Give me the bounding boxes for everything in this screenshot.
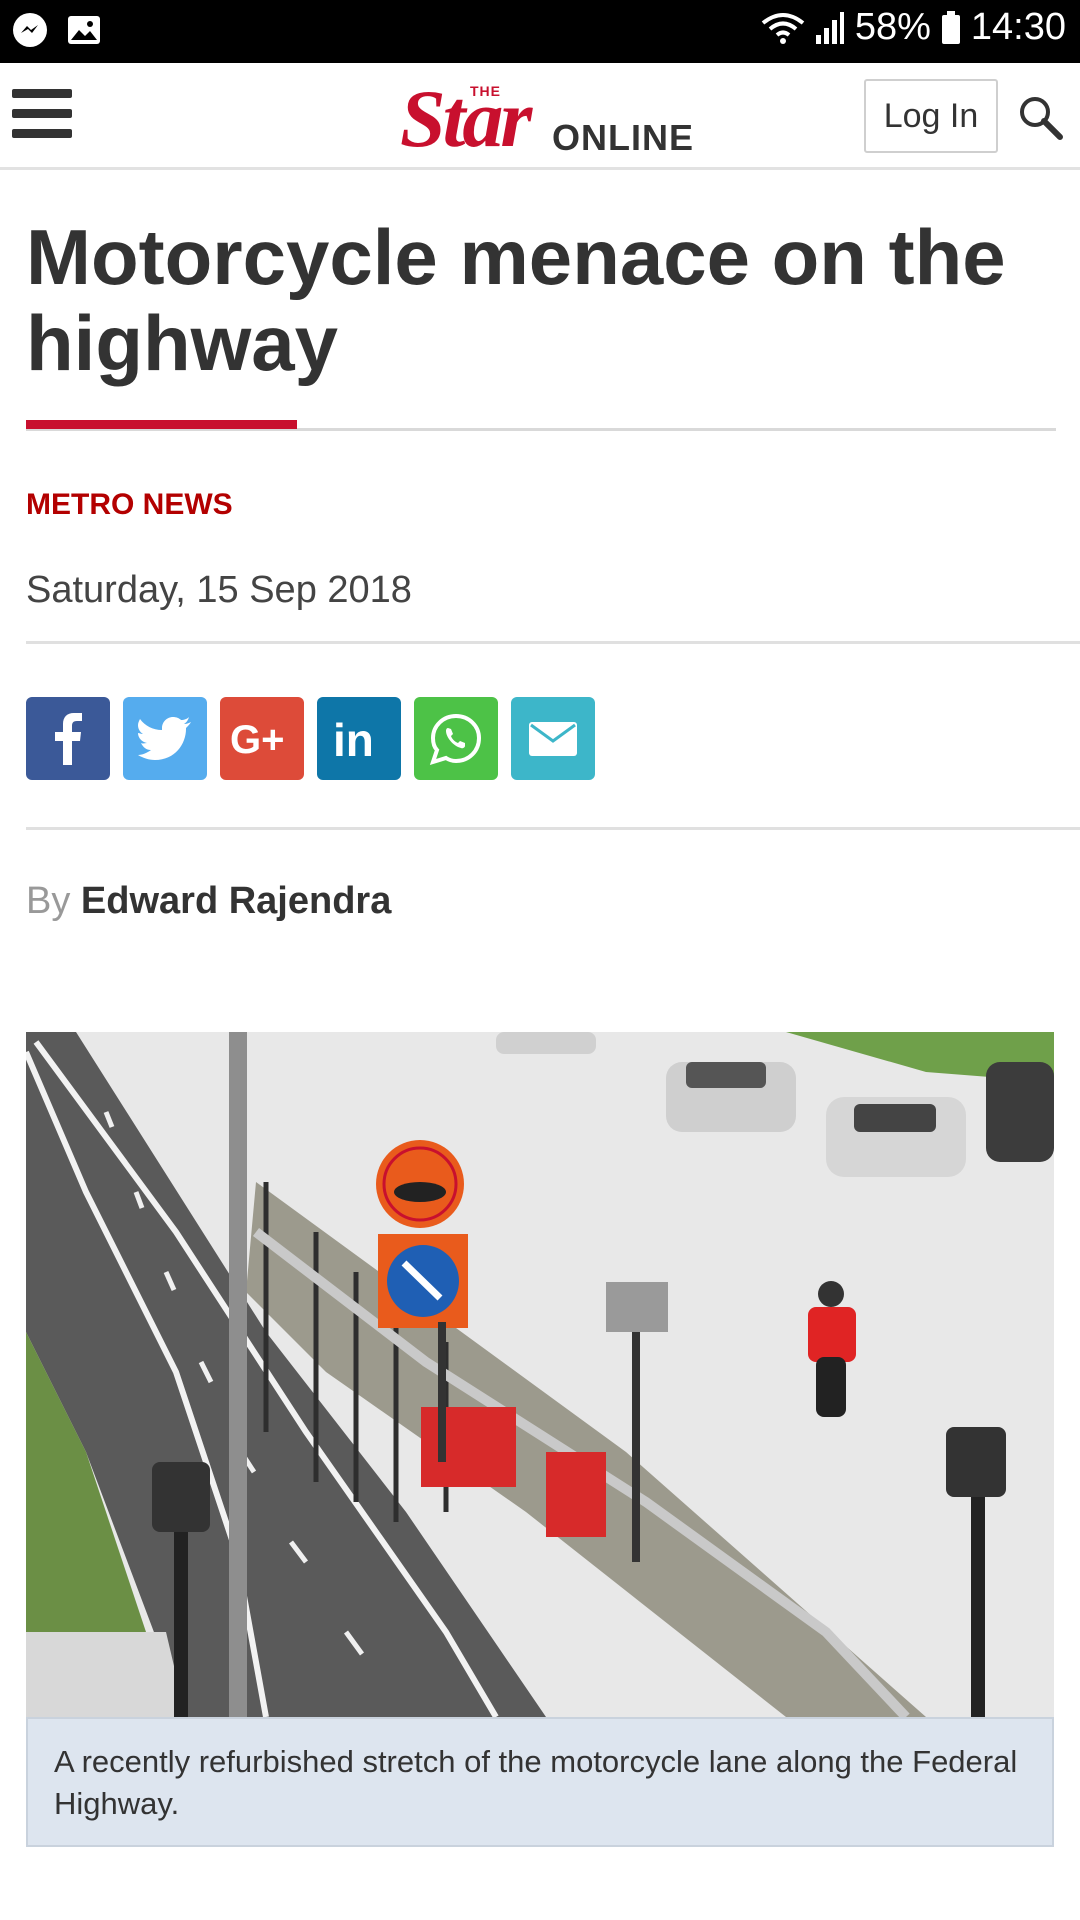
svg-text:G+: G+ bbox=[230, 719, 284, 759]
status-left-icons bbox=[12, 12, 102, 48]
linkedin-share-button[interactable]: in bbox=[317, 697, 401, 780]
whatsapp-icon bbox=[429, 713, 482, 765]
linkedin-icon: in bbox=[333, 716, 374, 762]
status-bar: 58% 14:30 bbox=[0, 0, 1080, 63]
site-logo[interactable]: Star THE ONLINE bbox=[400, 73, 700, 164]
photo-caption: A recently refurbished stretch of the mo… bbox=[26, 1717, 1054, 1847]
twitter-icon bbox=[138, 716, 191, 760]
article-title: Motorcycle menace on the highway bbox=[26, 213, 1006, 387]
battery-percent: 58% bbox=[854, 6, 931, 48]
divider bbox=[26, 641, 1080, 644]
battery-icon bbox=[941, 10, 960, 44]
author-name[interactable]: Edward Rajendra bbox=[81, 880, 391, 922]
email-share-button[interactable] bbox=[511, 697, 595, 780]
whatsapp-share-button[interactable] bbox=[414, 697, 498, 780]
category-link[interactable]: METRO NEWS bbox=[26, 488, 233, 522]
signal-icon bbox=[815, 11, 844, 44]
twitter-share-button[interactable] bbox=[123, 697, 207, 780]
search-icon[interactable] bbox=[1016, 93, 1064, 141]
wifi-icon bbox=[761, 12, 805, 44]
byline: By Edward Rajendra bbox=[26, 880, 391, 923]
clock: 14:30 bbox=[970, 6, 1066, 48]
messenger-icon bbox=[13, 13, 47, 47]
google-plus-icon: G+ bbox=[230, 719, 284, 759]
article-photo bbox=[26, 1032, 1054, 1717]
facebook-share-button[interactable] bbox=[26, 697, 110, 780]
email-icon bbox=[529, 721, 577, 756]
logo-star-text: Star bbox=[400, 73, 532, 164]
highway-photo bbox=[26, 1032, 1054, 1717]
hamburger-menu-icon[interactable] bbox=[12, 89, 72, 141]
article-date: Saturday, 15 Sep 2018 bbox=[26, 569, 412, 611]
login-button[interactable]: Log In bbox=[864, 79, 998, 153]
status-right-icons: 58% 14:30 bbox=[761, 6, 1066, 49]
logo-the-text: THE bbox=[470, 83, 501, 99]
gallery-icon bbox=[68, 16, 100, 44]
facebook-icon bbox=[55, 712, 82, 765]
logo-online-text: ONLINE bbox=[552, 117, 695, 158]
google-plus-share-button[interactable]: G+ bbox=[220, 697, 304, 780]
svg-text:in: in bbox=[333, 716, 374, 762]
share-buttons: G+ in bbox=[26, 697, 595, 780]
title-accent-bar bbox=[26, 420, 297, 429]
divider bbox=[26, 827, 1080, 830]
byline-prefix: By bbox=[26, 880, 71, 922]
site-header: Star THE ONLINE Log In bbox=[0, 63, 1080, 170]
